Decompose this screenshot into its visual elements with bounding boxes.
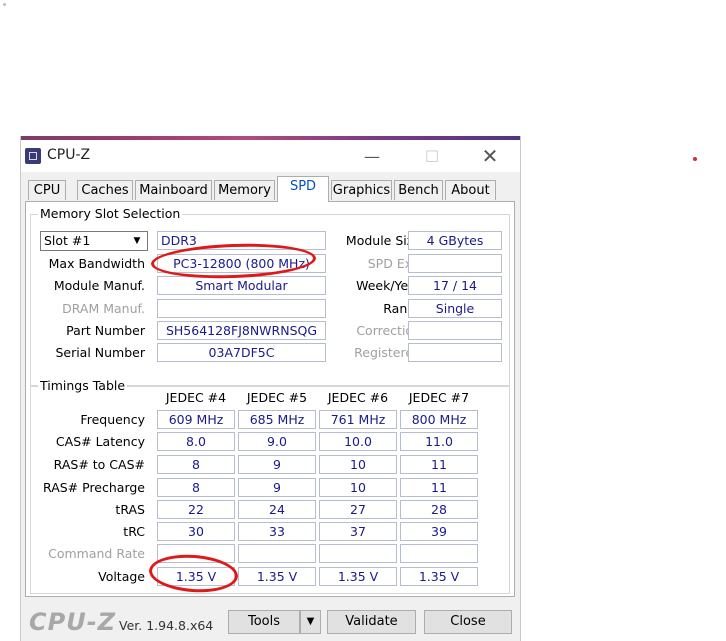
- dropdown-arrow-icon: ▼: [306, 616, 315, 627]
- timing-cell: 24: [238, 500, 316, 519]
- registered-field: [408, 343, 502, 362]
- maximize-icon: ☐: [424, 146, 440, 166]
- part-number-field: SH564128FJ8NWRNSQG: [157, 321, 326, 340]
- timing-cell: 9: [238, 455, 316, 474]
- tab-cpu[interactable]: CPU: [28, 180, 66, 200]
- tab-memory[interactable]: Memory: [214, 180, 275, 200]
- stray-dot: [3, 3, 6, 6]
- column-header: JEDEC #4: [165, 390, 227, 405]
- timing-row-label: Command Rate: [48, 546, 145, 561]
- timing-cell: 9.0: [238, 432, 316, 451]
- dram-manuf-field: [157, 299, 326, 318]
- timing-cell: 30: [157, 522, 235, 541]
- timing-row-label: Voltage: [98, 569, 145, 584]
- tab-graphics[interactable]: Graphics: [331, 180, 392, 200]
- timing-cell: 1.35 V: [400, 567, 478, 586]
- timing-cell: [238, 544, 316, 563]
- title-bar[interactable]: CPU-Z — ☐ ✕: [21, 140, 520, 172]
- timings-group-title: Timings Table: [38, 378, 128, 393]
- correction-field: [408, 321, 502, 340]
- tab-bench[interactable]: Bench: [394, 180, 443, 200]
- timing-row-label: RAS# Precharge: [43, 480, 145, 495]
- tab-spd[interactable]: SPD: [277, 176, 329, 202]
- timing-cell: 10: [319, 455, 397, 474]
- slot-select[interactable]: Slot #1 ▼: [40, 231, 148, 251]
- tab-about[interactable]: About: [445, 180, 496, 200]
- column-header: JEDEC #5: [246, 390, 308, 405]
- close-icon: ✕: [481, 144, 499, 168]
- max-bandwidth-label: Max Bandwidth: [48, 256, 145, 271]
- spd-ext-field: [408, 254, 502, 273]
- timing-cell: 27: [319, 500, 397, 519]
- timing-cell: 10: [319, 478, 397, 497]
- slot-select-value: Slot #1: [44, 233, 91, 248]
- tools-dropdown-button[interactable]: ▼: [300, 610, 321, 634]
- module-manuf-label: Module Manuf.: [53, 278, 145, 293]
- serial-number-field: 03A7DF5C: [157, 343, 326, 362]
- timing-cell: 9: [238, 478, 316, 497]
- timing-row-label: Frequency: [80, 412, 145, 427]
- dropdown-arrow-icon: ▼: [133, 236, 141, 246]
- timing-cell: 800 MHz: [400, 410, 478, 429]
- timing-cell: 22: [157, 500, 235, 519]
- timing-row-label: tRC: [123, 524, 145, 539]
- module-size-field: 4 GBytes: [408, 231, 502, 250]
- version-text: Ver. 1.94.8.x64: [119, 618, 214, 633]
- timing-cell: [400, 544, 478, 563]
- timing-cell: 685 MHz: [238, 410, 316, 429]
- bottom-bar: CPU-Z Ver. 1.94.8.x64 Tools ▼ Validate C…: [21, 604, 520, 641]
- timing-cell: [319, 544, 397, 563]
- ranks-field: Single: [408, 299, 502, 318]
- tab-caches[interactable]: Caches: [77, 180, 133, 200]
- timing-cell: 8: [157, 478, 235, 497]
- tab-mainboard[interactable]: Mainboard: [135, 180, 212, 200]
- cpuz-logo: CPU-Z: [29, 608, 117, 636]
- cpuz-app-icon: [25, 148, 41, 164]
- maximize-button[interactable]: ☐: [412, 141, 452, 171]
- cpuz-window: CPU-Z — ☐ ✕ CPU Caches Mainboard Memory …: [20, 136, 521, 641]
- red-annotation-dot: [693, 157, 697, 161]
- timing-row-label: tRAS: [115, 502, 145, 517]
- minimize-icon: —: [364, 146, 380, 166]
- timings-group: Timings Table JEDEC #4 JEDEC #5 JEDEC #6…: [30, 378, 510, 596]
- module-manuf-field: Smart Modular: [157, 276, 326, 295]
- timing-cell: 11: [400, 455, 478, 474]
- timing-row-label: CAS# Latency: [55, 434, 145, 449]
- column-header: JEDEC #7: [408, 390, 470, 405]
- week-year-field: 17 / 14: [408, 276, 502, 295]
- timing-cell: 1.35 V: [238, 567, 316, 586]
- serial-number-label: Serial Number: [55, 345, 145, 360]
- tools-button[interactable]: Tools: [228, 610, 300, 634]
- timing-cell: 761 MHz: [319, 410, 397, 429]
- tab-bar: CPU Caches Mainboard Memory SPD Graphics…: [25, 176, 515, 202]
- validate-button[interactable]: Validate: [327, 610, 416, 634]
- minimize-button[interactable]: —: [352, 141, 392, 171]
- spd-panel: Memory Slot Selection Slot #1 ▼ DDR3 Max…: [25, 201, 515, 597]
- close-window-button[interactable]: ✕: [470, 141, 510, 171]
- part-number-label: Part Number: [66, 323, 145, 338]
- column-header: JEDEC #6: [327, 390, 389, 405]
- timing-row-label: RAS# to CAS#: [53, 457, 145, 472]
- timing-cell: 10.0: [319, 432, 397, 451]
- timing-cell: 33: [238, 522, 316, 541]
- window-title: CPU-Z: [47, 147, 91, 163]
- timing-cell: 8: [157, 455, 235, 474]
- timing-cell: 11.0: [400, 432, 478, 451]
- timing-cell: 11: [400, 478, 478, 497]
- close-button[interactable]: Close: [424, 610, 512, 634]
- timing-cell: 1.35 V: [319, 567, 397, 586]
- memory-slot-group-title: Memory Slot Selection: [38, 206, 183, 221]
- timing-cell: 8.0: [157, 432, 235, 451]
- timing-cell: 609 MHz: [157, 410, 235, 429]
- memory-slot-group: Memory Slot Selection Slot #1 ▼ DDR3 Max…: [30, 206, 510, 386]
- timing-cell: 37: [319, 522, 397, 541]
- timing-cell: 28: [400, 500, 478, 519]
- timing-cell: 39: [400, 522, 478, 541]
- dram-manuf-label: DRAM Manuf.: [62, 301, 145, 316]
